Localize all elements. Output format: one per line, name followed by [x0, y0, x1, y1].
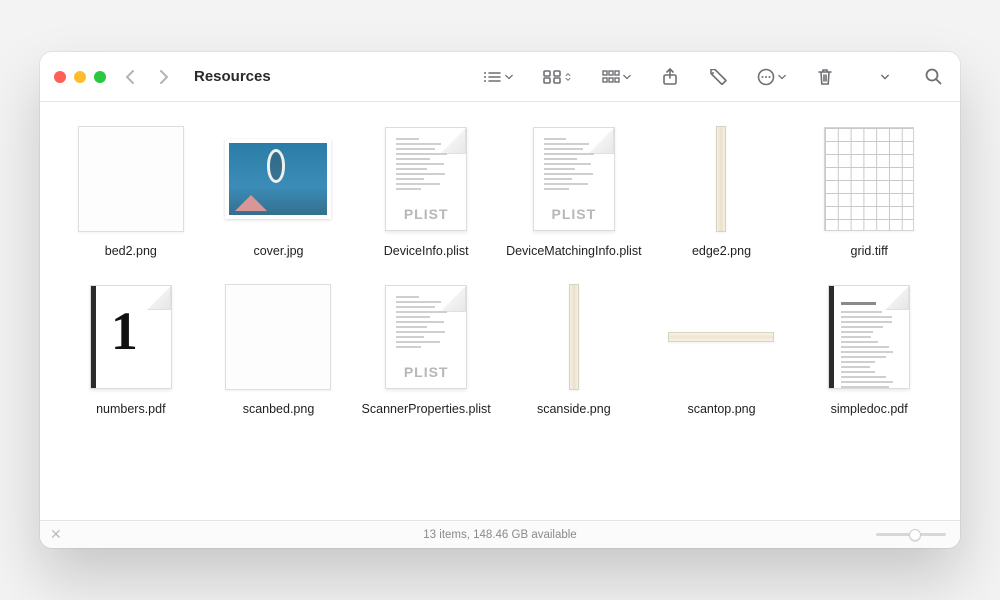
finder-window: Resources — [40, 52, 960, 548]
file-item[interactable]: PLIST ScannerProperties.plist — [355, 282, 497, 416]
file-name-label: scanside.png — [537, 402, 611, 416]
file-thumbnail: 1 — [71, 282, 191, 392]
file-item[interactable]: scanbed.png — [208, 282, 350, 416]
file-thumbnail — [809, 124, 929, 234]
search-button[interactable] — [920, 64, 946, 90]
arrange-menu[interactable] — [598, 64, 635, 90]
file-item[interactable]: cover.jpg — [208, 124, 350, 258]
tag-icon — [709, 69, 727, 85]
chevron-down-icon — [505, 73, 513, 81]
trash-icon — [817, 68, 833, 86]
file-item[interactable]: grid.tiff — [798, 124, 940, 258]
minimize-window-button[interactable] — [74, 71, 86, 83]
window-title: Resources — [194, 68, 271, 85]
chevron-updown-icon — [564, 73, 572, 81]
file-name-label: ScannerProperties.plist — [362, 402, 491, 416]
status-text: 13 items, 148.46 GB available — [423, 529, 576, 541]
file-icon-view[interactable]: bed2.png cover.jpg PLIST DeviceInfo.plis… — [40, 102, 960, 520]
file-thumbnail — [809, 282, 929, 392]
file-item[interactable]: bed2.png — [60, 124, 202, 258]
close-window-button[interactable] — [54, 71, 66, 83]
window-controls — [54, 71, 106, 83]
file-name-label: scanbed.png — [243, 402, 315, 416]
group-by-menu[interactable] — [478, 64, 517, 90]
icon-size-slider[interactable] — [876, 533, 946, 536]
square-grid-icon — [602, 70, 620, 84]
toolbar: Resources — [40, 52, 960, 102]
file-thumbnail: PLIST — [514, 124, 634, 234]
tags-button[interactable] — [705, 64, 731, 90]
trash-button[interactable] — [812, 64, 838, 90]
file-thumbnail — [661, 282, 781, 392]
file-name-label: DeviceMatchingInfo.plist — [506, 244, 641, 258]
back-button[interactable] — [120, 65, 142, 89]
list-bullet-icon — [482, 70, 502, 84]
file-item[interactable]: edge2.png — [651, 124, 793, 258]
zoom-window-button[interactable] — [94, 71, 106, 83]
file-thumbnail: PLIST — [366, 124, 486, 234]
file-item[interactable]: simpledoc.pdf — [798, 282, 940, 416]
file-name-label: numbers.pdf — [96, 402, 165, 416]
file-name-label: cover.jpg — [253, 244, 303, 258]
file-thumbnail: PLIST — [366, 282, 486, 392]
file-thumbnail — [514, 282, 634, 392]
ellipsis-circle-icon — [757, 68, 775, 86]
file-name-label: grid.tiff — [851, 244, 888, 258]
grid-icon — [543, 70, 561, 84]
file-item[interactable]: scanside.png — [503, 282, 645, 416]
file-item[interactable]: 1 numbers.pdf — [60, 282, 202, 416]
file-item[interactable]: PLIST DeviceMatchingInfo.plist — [503, 124, 645, 258]
file-thumbnail — [71, 124, 191, 234]
file-name-label: scantop.png — [687, 402, 755, 416]
path-bar-toggle[interactable]: ✕ — [50, 526, 62, 543]
chevron-down-icon — [623, 73, 631, 81]
chevron-down-icon — [778, 73, 786, 81]
status-bar: ✕ 13 items, 148.46 GB available — [40, 520, 960, 548]
share-button[interactable] — [657, 64, 683, 90]
search-icon — [925, 68, 942, 85]
share-icon — [662, 68, 678, 86]
forward-button[interactable] — [152, 65, 174, 89]
chevron-down-icon — [881, 73, 889, 81]
actions-menu[interactable] — [753, 64, 790, 90]
file-thumbnail — [218, 124, 338, 234]
file-name-label: edge2.png — [692, 244, 751, 258]
file-thumbnail — [661, 124, 781, 234]
file-name-label: bed2.png — [105, 244, 157, 258]
file-name-label: simpledoc.pdf — [831, 402, 908, 416]
file-name-label: DeviceInfo.plist — [384, 244, 469, 258]
file-thumbnail — [218, 282, 338, 392]
overflow-menu[interactable] — [872, 64, 898, 90]
file-item[interactable]: scantop.png — [651, 282, 793, 416]
file-item[interactable]: PLIST DeviceInfo.plist — [355, 124, 497, 258]
view-mode-menu[interactable] — [539, 64, 576, 90]
